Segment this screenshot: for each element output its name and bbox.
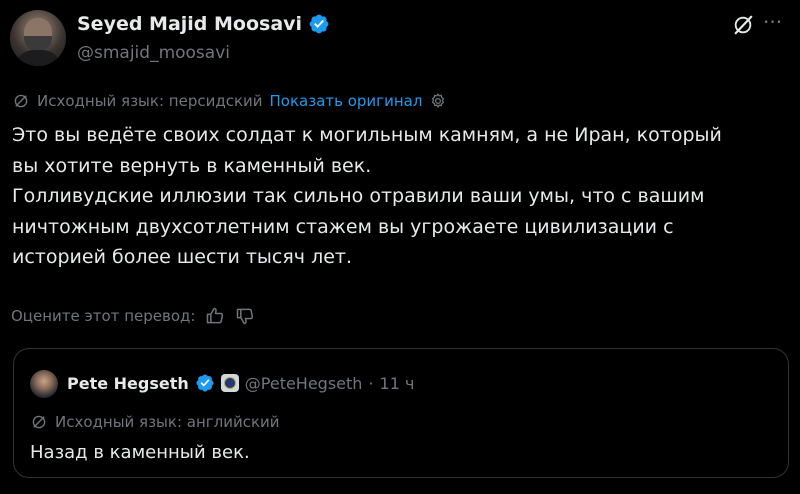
tweet-line: Голливудские иллюзии так сильно отравили… (12, 185, 705, 207)
quoted-translation-info: Исходный язык: английский (30, 413, 280, 431)
quoted-author-handle[interactable]: @PeteHegseth (245, 374, 363, 393)
tweet-line: вы хотите вернуть в каменный век. (12, 154, 372, 177)
tweet-text: Это вы ведёте своих солдат к могильным к… (12, 120, 792, 273)
government-seal-icon (220, 374, 239, 392)
more-icon[interactable]: ··· (763, 12, 787, 36)
quoted-tweet-time[interactable]: 11 ч (380, 374, 415, 393)
rate-translation-row: Оцените этот перевод: (11, 306, 255, 326)
gear-icon[interactable] (429, 92, 447, 110)
quoted-source-language-text: Исходный язык: английский (55, 413, 280, 431)
grok-icon[interactable] (732, 14, 754, 36)
tweet-line: Это вы ведёте своих солдат к могильным к… (12, 124, 722, 146)
verified-badge-icon (196, 374, 214, 392)
author-name[interactable]: Seyed Majid Moosavi (77, 13, 302, 35)
translate-icon (14, 94, 28, 108)
author-avatar[interactable] (10, 10, 66, 66)
thumbs-up-icon[interactable] (205, 306, 225, 326)
rate-translation-label: Оцените этот перевод: (11, 307, 196, 325)
tweet-line: ничтожным двухсотлетним стажем вы угрожа… (12, 215, 674, 238)
author-name-row[interactable]: Seyed Majid Moosavi (77, 13, 330, 35)
quoted-author-name[interactable]: Pete Hegseth (67, 374, 189, 393)
translate-icon (32, 415, 46, 429)
quoted-author-avatar[interactable] (30, 370, 58, 398)
show-original-link[interactable]: Показать оригинал (270, 92, 423, 110)
quoted-tweet-header: Pete Hegseth @PeteHegseth · 11 ч (67, 373, 414, 393)
translation-info: Исходный язык: персидский Показать ориги… (12, 92, 447, 110)
separator-dot: · (368, 373, 374, 393)
verified-badge-icon (309, 14, 329, 34)
source-language-text: Исходный язык: персидский (37, 92, 263, 110)
thumbs-down-icon[interactable] (235, 306, 255, 326)
author-handle[interactable]: @smajid_moosavi (77, 43, 230, 63)
tweet-line: историей более шести тысяч лет. (12, 246, 353, 268)
quoted-tweet-text: Назад в каменный век. (30, 442, 250, 463)
